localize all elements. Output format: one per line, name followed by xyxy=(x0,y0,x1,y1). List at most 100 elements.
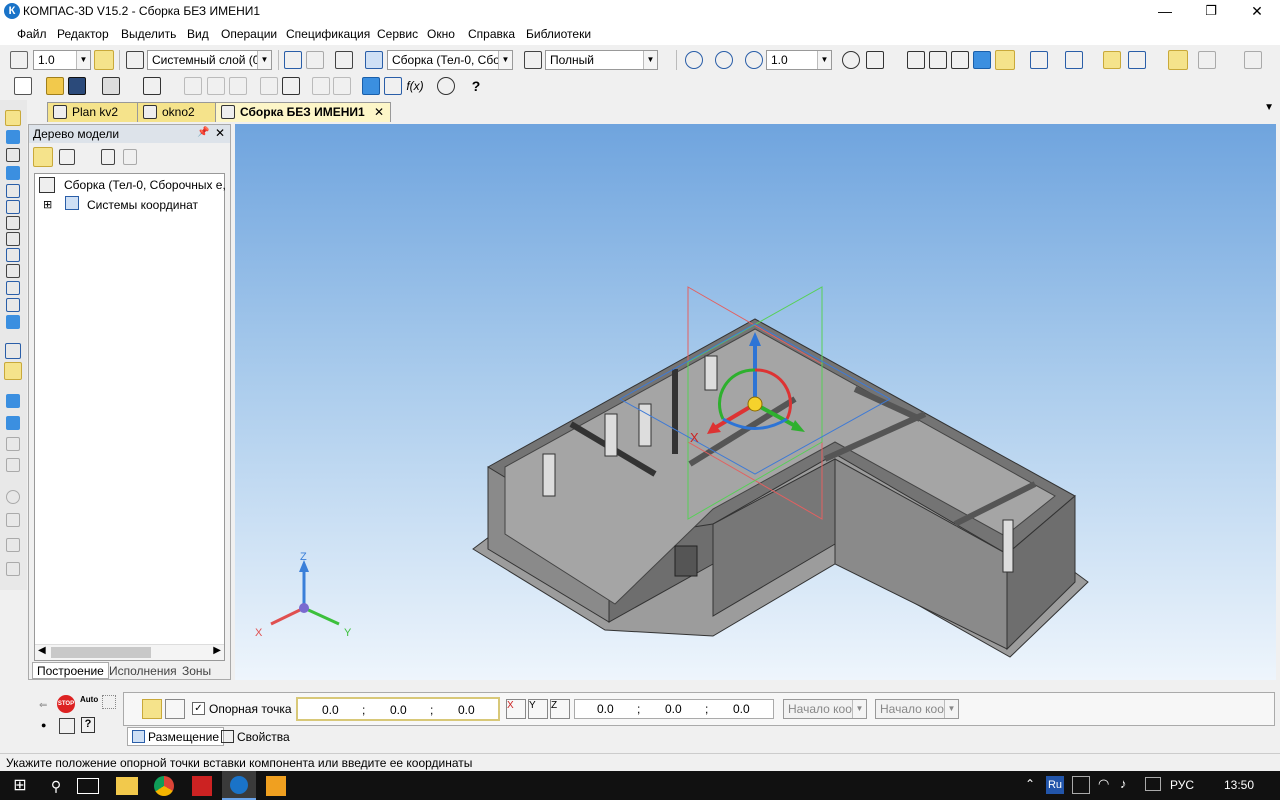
coord-x[interactable]: 0.0 xyxy=(597,702,614,716)
tree-settings-icon[interactable] xyxy=(123,149,137,165)
redo-icon[interactable] xyxy=(333,77,351,95)
panel-pin-icon[interactable]: ⇐ xyxy=(39,700,47,711)
curve-icon[interactable] xyxy=(6,148,20,162)
windows-start-icon[interactable]: ⊞ xyxy=(6,774,34,798)
report-icon[interactable] xyxy=(6,281,20,295)
perspective-icon[interactable] xyxy=(1030,51,1048,69)
zoom-window-icon[interactable] xyxy=(715,51,733,69)
manager-icon[interactable] xyxy=(362,77,380,95)
panel-help-icon[interactable]: ? xyxy=(81,717,95,733)
move-part-icon[interactable] xyxy=(6,458,20,472)
coordinate-system-icon[interactable] xyxy=(284,51,302,69)
gizmo-origin[interactable] xyxy=(747,396,763,412)
wireframe-icon[interactable] xyxy=(907,51,925,69)
zoom-in-icon[interactable] xyxy=(745,51,763,69)
house-icon[interactable] xyxy=(1128,51,1146,69)
function-icon[interactable]: f(x) xyxy=(406,77,424,95)
panel-tool-icon[interactable] xyxy=(59,718,75,734)
magnet-icon[interactable] xyxy=(94,50,114,70)
dimension-icon[interactable] xyxy=(6,232,20,246)
file-explorer-icon[interactable] xyxy=(116,777,138,795)
array-icon[interactable] xyxy=(6,184,20,198)
direction-coords-input[interactable]: 0.0 ; 0.0 ; 0.0 xyxy=(574,699,774,719)
zoom-all-icon[interactable] xyxy=(685,51,703,69)
chrome-icon[interactable] xyxy=(154,776,174,796)
tab-zones[interactable]: Зоны xyxy=(182,664,211,678)
tree-node-root[interactable]: Сборка (Тел-0, Сборочных е, xyxy=(64,178,226,192)
menu-file[interactable]: Файл xyxy=(17,27,47,41)
spec-icon[interactable] xyxy=(6,264,20,278)
chevron-down-icon[interactable]: ▼ xyxy=(944,700,958,718)
chevron-down-icon[interactable]: ▼ xyxy=(76,51,90,69)
assembly-icon[interactable] xyxy=(365,51,383,69)
anchor-coords-input[interactable]: 0.0 ; 0.0 ; 0.0 xyxy=(296,697,500,721)
language-badge[interactable]: Ru xyxy=(1046,776,1064,794)
select-icon[interactable] xyxy=(335,51,353,69)
tree-node-coordinate-systems[interactable]: Системы координат xyxy=(87,198,198,212)
expand-icon[interactable]: ⊞ xyxy=(43,198,52,211)
elements-icon[interactable] xyxy=(6,298,20,312)
battery-icon[interactable] xyxy=(1072,776,1090,794)
auto-icon[interactable]: Auto xyxy=(80,695,98,704)
volume-icon[interactable]: ♪ xyxy=(1120,776,1127,791)
orientation-icon[interactable] xyxy=(866,51,884,69)
minimize-button[interactable]: — xyxy=(1142,0,1188,23)
visibility-icon[interactable] xyxy=(1168,50,1188,70)
insert-component-icon[interactable] xyxy=(4,362,22,380)
coord-z[interactable]: 0.0 xyxy=(458,703,475,717)
input-language[interactable]: РУС xyxy=(1170,778,1194,792)
snap-icon[interactable] xyxy=(10,51,28,69)
stop-icon[interactable]: STOP xyxy=(57,695,75,713)
menu-view[interactable]: Вид xyxy=(187,27,209,41)
local-cs-icon[interactable] xyxy=(306,51,324,69)
explode-icon[interactable] xyxy=(6,562,20,576)
menu-operations[interactable]: Операции xyxy=(221,27,277,41)
coord-z[interactable]: 0.0 xyxy=(733,702,750,716)
tray-expand-icon[interactable]: ⌃ xyxy=(1025,777,1035,791)
chat-icon[interactable] xyxy=(1145,777,1161,791)
tree-view-icon[interactable] xyxy=(59,149,75,165)
tree-filter-icon[interactable] xyxy=(101,149,115,165)
coord-y[interactable]: 0.0 xyxy=(665,702,682,716)
tabs-menu-icon[interactable]: ▼ xyxy=(1264,102,1274,113)
menu-specification[interactable]: Спецификация xyxy=(286,27,370,41)
filter-select-icon[interactable] xyxy=(6,248,20,262)
component-select-icon[interactable] xyxy=(142,699,162,719)
clock[interactable]: 13:50 xyxy=(1224,778,1254,792)
library-icon[interactable] xyxy=(1198,51,1216,69)
search-icon[interactable]: ⚲ xyxy=(42,774,70,798)
editing-mode-icon[interactable] xyxy=(5,110,21,126)
coord-x[interactable]: 0.0 xyxy=(322,703,339,717)
tab-okno2[interactable]: okno2 xyxy=(137,102,227,122)
surface-icon[interactable] xyxy=(6,166,20,180)
close-tab-icon[interactable]: ✕ xyxy=(374,105,384,119)
chevron-down-icon[interactable]: ▼ xyxy=(498,51,512,69)
menu-help[interactable]: Справка xyxy=(468,27,515,41)
app-orange-icon[interactable] xyxy=(266,776,286,796)
app-red-icon[interactable] xyxy=(192,776,212,796)
mate-icon[interactable] xyxy=(6,200,20,214)
lock-icon[interactable] xyxy=(6,513,20,527)
properties-icon[interactable] xyxy=(282,77,300,95)
part-icon[interactable] xyxy=(6,130,20,144)
tab-construction[interactable]: Построение xyxy=(32,662,109,679)
menu-service[interactable]: Сервис xyxy=(377,27,418,41)
copy-icon[interactable] xyxy=(207,77,225,95)
step-combo[interactable]: 1.0 ▼ xyxy=(33,50,91,70)
undo-icon[interactable] xyxy=(312,77,330,95)
menu-window[interactable]: Окно xyxy=(427,27,455,41)
hidden-lines-icon[interactable] xyxy=(929,51,947,69)
3d-viewport[interactable]: X Z X Y xyxy=(235,124,1276,680)
clip-icon[interactable] xyxy=(165,699,185,719)
variables-icon[interactable] xyxy=(437,77,455,95)
task-view-icon[interactable] xyxy=(77,778,99,794)
paste-icon[interactable] xyxy=(229,77,247,95)
extra-tools-icon[interactable] xyxy=(1244,51,1262,69)
menu-libraries[interactable]: Библиотеки xyxy=(526,27,591,41)
chevron-down-icon[interactable]: ▼ xyxy=(643,51,657,69)
cut-icon[interactable] xyxy=(184,77,202,95)
scroll-thumb[interactable] xyxy=(51,647,151,658)
shaded-edges-icon[interactable] xyxy=(995,50,1015,70)
coord-y[interactable]: 0.0 xyxy=(390,703,407,717)
library-manager-icon[interactable] xyxy=(384,77,402,95)
